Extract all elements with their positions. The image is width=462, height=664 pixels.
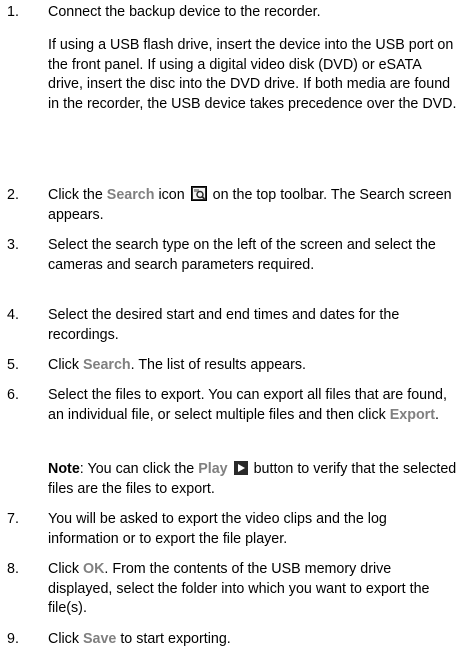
text-part: . [435,406,439,423]
note-text: Note: You can click the Play button to v… [48,460,458,499]
step-text: You will be asked to export the video cl… [48,511,387,547]
step-number: 4. [7,307,19,323]
text-part: . The list of results appears. [130,357,306,373]
step-text: Select the search type on the left of th… [48,237,436,273]
search-ui-label: Search [106,187,155,203]
step-text: Click Save to start exporting. [48,630,458,650]
text-part: : You can click the [79,461,199,477]
step-number: 7. [7,511,19,527]
step-text: Connect the backup device to the recorde… [48,4,321,20]
step-number: 9. [7,631,19,647]
step-number: 2. [7,187,19,203]
text-part: icon [154,187,185,203]
search-ui-label: Search [82,357,131,373]
step-text: Select the desired start and end times a… [48,307,400,343]
instruction-page: 1. Connect the backup device to the reco… [0,0,462,664]
save-ui-label: Save [82,631,117,647]
step-text: Click the Search icon on the top toolbar… [48,186,458,225]
step-detail-text: If using a USB flash drive, insert the d… [48,37,457,112]
text-part: Select the files to export. You can expo… [48,387,447,423]
step-text: Click Search. The list of results appear… [48,356,458,376]
play-ui-label: Play [198,461,228,477]
text-part: to start exporting. [116,631,231,647]
step-number: 6. [7,387,19,403]
step-number: 3. [7,237,19,253]
text-part: Click [48,357,83,373]
play-icon [233,461,248,475]
note-label: Note [48,461,80,477]
ok-ui-label: OK [82,561,105,577]
step-number: 1. [7,4,19,20]
text-part: Click [48,561,83,577]
step-number: 5. [7,357,19,373]
step-text: Click OK. From the contents of the USB m… [48,560,458,619]
text-part: . From the contents of the USB memory dr… [48,561,430,616]
search-toolbar-icon [190,186,207,201]
step-text: Select the files to export. You can expo… [48,386,458,425]
text-part: Click [48,631,83,647]
text-part: Click the [48,187,107,203]
step-number: 8. [7,561,19,577]
export-ui-label: Export [389,406,435,423]
